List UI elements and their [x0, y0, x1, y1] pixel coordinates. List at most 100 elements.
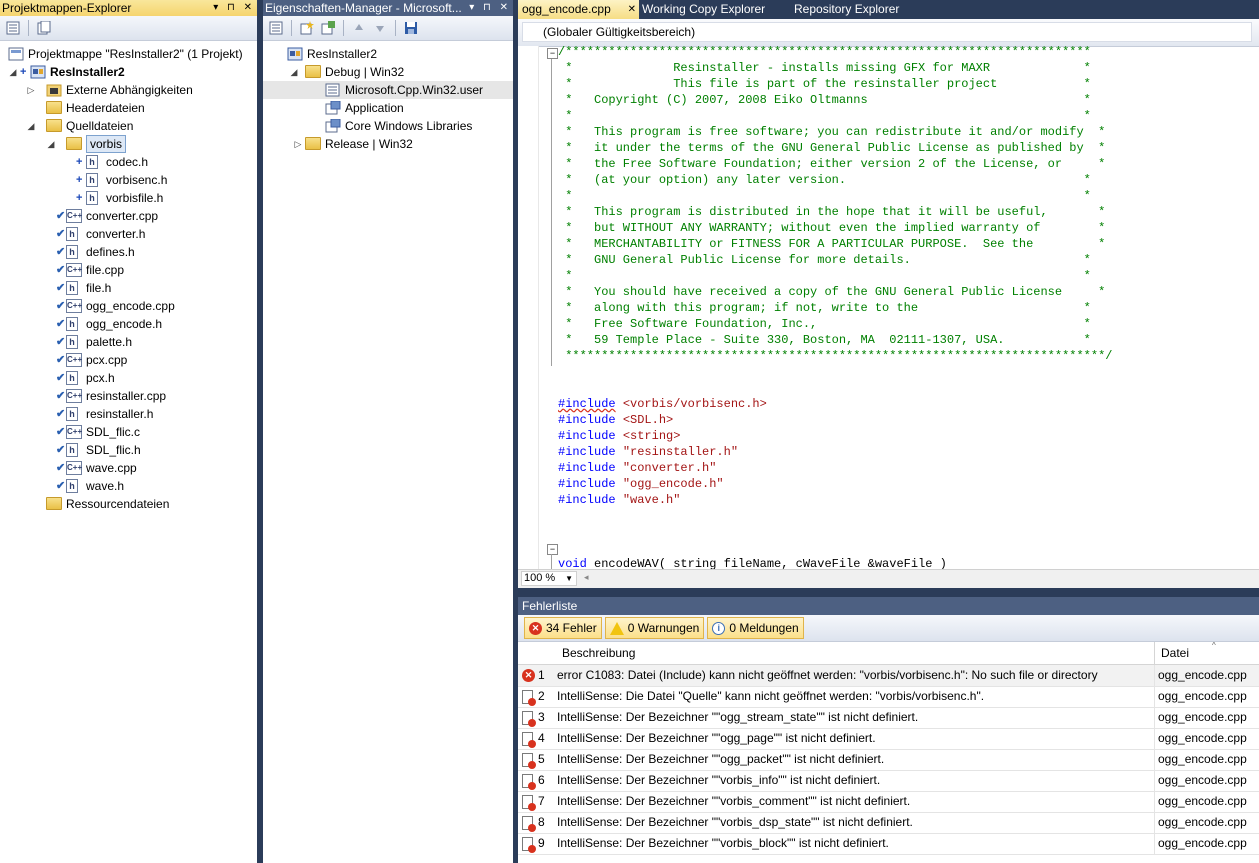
tab-repository-explorer[interactable]: Repository Explorer: [790, 0, 903, 19]
add-existing-property-sheet-icon[interactable]: [319, 19, 337, 37]
error-list-header: Beschreibung Datei ^: [518, 641, 1259, 665]
file-node[interactable]: ✔ h SDL_flic.h: [0, 441, 257, 459]
expanded-arrow-icon[interactable]: ◢: [46, 135, 56, 153]
file-node[interactable]: ✔ C++ SDL_flic.c: [0, 423, 257, 441]
error-row[interactable]: 5 IntelliSense: Der Bezeichner ""ogg_pack…: [518, 749, 1259, 771]
collapse-comment-icon[interactable]: −: [547, 48, 558, 59]
property-sheet-core-libraries[interactable]: Core Windows Libraries: [263, 117, 513, 135]
tab-ogg-encode[interactable]: ogg_encode.cpp ✕: [518, 0, 639, 19]
file-node[interactable]: ✔ h ogg_encode.h: [0, 315, 257, 333]
source-code: /***************************************…: [558, 46, 1113, 570]
folder-icon: [66, 137, 82, 150]
file-node[interactable]: ✔ h converter.h: [0, 225, 257, 243]
file-node[interactable]: ✔ h pcx.h: [0, 369, 257, 387]
collapsed-arrow-icon[interactable]: ▷: [293, 135, 303, 153]
scroll-left-icon[interactable]: ◂: [584, 572, 589, 583]
warnings-filter-button[interactable]: 0 Warnungen: [604, 617, 705, 639]
move-down-icon[interactable]: [371, 19, 389, 37]
expanded-arrow-icon[interactable]: ◢: [8, 63, 18, 81]
error-row[interactable]: 3 IntelliSense: Der Bezeichner ""ogg_stre…: [518, 707, 1259, 729]
save-icon[interactable]: [402, 19, 420, 37]
error-list-title[interactable]: Fehlerliste: [518, 597, 1259, 615]
scope-dropdown[interactable]: (Globaler Gültigkeitsbereich): [522, 22, 1252, 42]
collapsed-arrow-icon[interactable]: ▷: [26, 81, 36, 99]
file-node[interactable]: ✔ C++ file.cpp: [0, 261, 257, 279]
outline-line: [551, 554, 552, 570]
error-row[interactable]: 7 IntelliSense: Der Bezeichner ""vorbis_c…: [518, 791, 1259, 813]
add-new-property-sheet-icon[interactable]: [298, 19, 316, 37]
folder-icon: [305, 137, 321, 150]
release-config-node[interactable]: ▷ Release | Win32: [263, 135, 513, 153]
move-up-icon[interactable]: [350, 19, 368, 37]
source-files-node[interactable]: ◢ Quelldateien: [0, 117, 257, 135]
file-node[interactable]: ✔ h resinstaller.h: [0, 405, 257, 423]
error-description: IntelliSense: Der Bezeichner ""ogg_packe…: [557, 752, 885, 766]
file-node[interactable]: ✔ C++ wave.cpp: [0, 459, 257, 477]
collapse-function-icon[interactable]: −: [547, 544, 558, 555]
solution-node[interactable]: Projektmappe "ResInstaller2" (1 Projekt): [0, 45, 257, 63]
property-sheet-user[interactable]: Microsoft.Cpp.Win32.user: [263, 81, 513, 99]
panel-window-buttons[interactable]: ▾ ⊓ ✕: [469, 0, 511, 16]
comment-line: * 59 Temple Place - Suite 330, Boston, M…: [558, 333, 1091, 347]
error-row[interactable]: 4 IntelliSense: Der Bezeichner ""ogg_page…: [518, 728, 1259, 750]
project-node[interactable]: ResInstaller2: [263, 45, 513, 63]
column-file[interactable]: Datei: [1161, 642, 1189, 664]
file-node[interactable]: + h codec.h: [0, 153, 257, 171]
file-node[interactable]: ✔ C++ pcx.cpp: [0, 351, 257, 369]
property-manager-title[interactable]: Eigenschaften-Manager - Microsoft... ▾ ⊓…: [263, 0, 513, 16]
include-path: <string>: [622, 429, 681, 443]
file-node[interactable]: ✔ C++ ogg_encode.cpp: [0, 297, 257, 315]
tab-working-copy-explorer[interactable]: Working Copy Explorer: [638, 0, 769, 19]
error-number: 6: [538, 773, 545, 787]
file-node[interactable]: ✔ C++ resinstaller.cpp: [0, 387, 257, 405]
tree-item-label: SDL_flic.c: [86, 425, 141, 439]
messages-filter-button[interactable]: i 0 Meldungen: [707, 617, 804, 639]
file-node[interactable]: + h vorbisenc.h: [0, 171, 257, 189]
zoom-dropdown[interactable]: 100 % ▼: [521, 571, 577, 586]
vorbis-folder-node[interactable]: ◢ vorbis: [0, 135, 257, 153]
document-tabs: ogg_encode.cpp ✕ Working Copy Explorer R…: [518, 0, 1259, 19]
header-files-node[interactable]: Headerdateien: [0, 99, 257, 117]
solution-explorer-title[interactable]: Projektmappen-Explorer ▾ ⊓ ✕: [0, 0, 257, 16]
file-node[interactable]: ✔ h defines.h: [0, 243, 257, 261]
file-node[interactable]: ✔ h palette.h: [0, 333, 257, 351]
errors-filter-button[interactable]: ✕ 34 Fehler: [524, 617, 602, 639]
tree-item-label: pcx.h: [86, 371, 115, 385]
header-file-icon: h: [66, 317, 78, 331]
error-row[interactable]: 2 IntelliSense: Die Datei "Quelle" kann n…: [518, 686, 1259, 708]
show-all-files-icon[interactable]: [35, 19, 53, 37]
intellisense-error-icon: [522, 711, 536, 727]
debug-config-node[interactable]: ◢ Debug | Win32: [263, 63, 513, 81]
file-node[interactable]: Ressourcendateien: [0, 495, 257, 513]
tree-item-label: Ressourcendateien: [66, 497, 170, 511]
column-description[interactable]: Beschreibung: [562, 642, 635, 664]
intellisense-error-icon: [522, 816, 536, 832]
tree-item-label: Application: [345, 101, 404, 115]
properties-icon[interactable]: [267, 19, 285, 37]
scope-label: (Globaler Gültigkeitsbereich): [543, 25, 696, 39]
error-row[interactable]: 8 IntelliSense: Der Bezeichner ""vorbis_d…: [518, 812, 1259, 834]
error-row[interactable]: 6 IntelliSense: Der Bezeichner ""vorbis_i…: [518, 770, 1259, 792]
property-sheet-application[interactable]: Application: [263, 99, 513, 117]
error-rows: ✕ 1 error C1083: Datei (Include) kann nich…: [518, 665, 1259, 863]
file-node[interactable]: ✔ h file.h: [0, 279, 257, 297]
error-row[interactable]: ✕ 1 error C1083: Datei (Include) kann nich…: [518, 665, 1259, 687]
close-icon[interactable]: ✕: [628, 0, 636, 19]
project-node[interactable]: ◢ + ResInstaller2: [0, 63, 257, 81]
expanded-arrow-icon[interactable]: ◢: [26, 117, 36, 135]
toolbar-separator: [28, 20, 29, 36]
error-row[interactable]: 9 IntelliSense: Der Bezeichner ""vorbis_b…: [518, 833, 1259, 855]
code-area[interactable]: − − /***********************************…: [518, 46, 1259, 570]
zoom-bar: 100 % ▼ ◂: [518, 569, 1259, 588]
expanded-arrow-icon[interactable]: ◢: [289, 63, 299, 81]
tab-label: ogg_encode.cpp: [522, 2, 611, 16]
file-node[interactable]: + h vorbisfile.h: [0, 189, 257, 207]
panel-window-buttons[interactable]: ▾ ⊓ ✕: [213, 0, 255, 16]
external-dependencies-node[interactable]: ▷ Externe Abhängigkeiten: [0, 81, 257, 99]
tree-item-label: pcx.cpp: [86, 353, 128, 367]
file-node[interactable]: ✔ C++ converter.cpp: [0, 207, 257, 225]
error-file: ogg_encode.cpp: [1158, 794, 1247, 808]
properties-icon[interactable]: [4, 19, 22, 37]
comment-line: * This program is free software; you can…: [558, 125, 1106, 139]
file-node[interactable]: ✔ h wave.h: [0, 477, 257, 495]
